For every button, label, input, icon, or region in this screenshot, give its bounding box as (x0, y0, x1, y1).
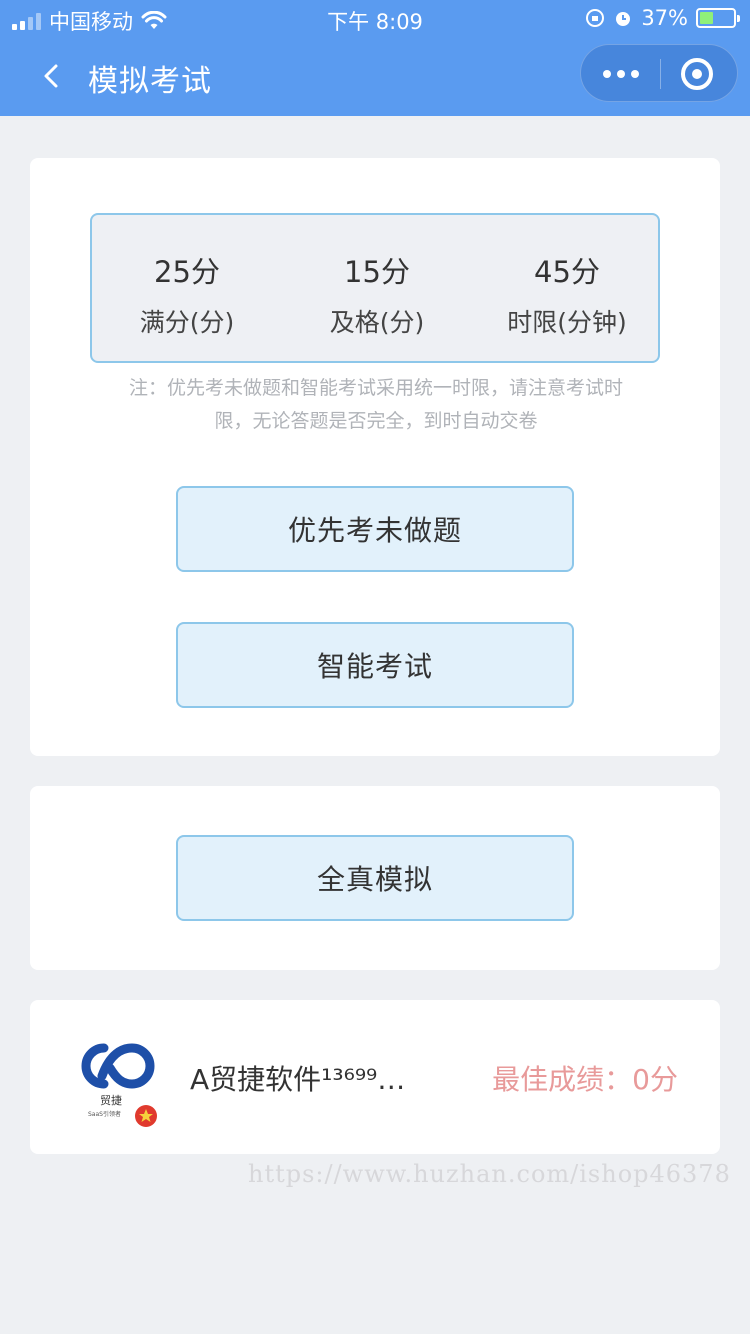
top-bar: 中国移动 下午 8:09 37% 模拟考试 (0, 0, 750, 116)
priority-unanswered-button[interactable]: 优先考未做题 (176, 486, 574, 572)
mini-program-capsule (580, 44, 738, 102)
user-score-card: 贸捷 SaaS引领者 A贸捷软件¹³⁶⁹⁹… 最佳成绩：0分 (30, 1000, 720, 1154)
status-right: 37% (585, 6, 740, 30)
page-title: 模拟考试 (88, 64, 212, 99)
capsule-divider (660, 59, 661, 89)
status-bar: 中国移动 下午 8:09 37% (0, 0, 750, 38)
watermark-text: https://www.huzhan.com/ishop46378 (248, 1160, 731, 1188)
best-score: 最佳成绩：0分 (492, 1063, 678, 1096)
orientation-lock-icon (586, 9, 605, 27)
stat-value: 25分 (154, 255, 220, 289)
smart-exam-button[interactable]: 智能考试 (176, 622, 574, 708)
exam-note: 注：优先考未做题和智能考试采用统一时限，请注意考试时 限，无论答题是否完全，到时… (84, 372, 668, 438)
exam-stats-box: 25分 满分(分) 15分 及格(分) 45分 时限(分钟) (90, 213, 660, 363)
user-name: A贸捷软件¹³⁶⁹⁹… (190, 1063, 406, 1096)
exam-note-line: 注：优先考未做题和智能考试采用统一时限，请注意考试时 (128, 377, 623, 399)
back-arrow-icon[interactable] (36, 58, 68, 94)
logo-text: 贸捷 (100, 1093, 122, 1107)
stat-label: 及格(分) (329, 308, 425, 337)
stat-value: 45分 (534, 255, 600, 289)
battery-icon (696, 8, 740, 28)
logo-subtext: SaaS引领者 (88, 1110, 121, 1118)
exam-note-line: 限，无论答题是否完全，到时自动交卷 (214, 410, 538, 432)
exam-info-card: 25分 满分(分) 15分 及格(分) 45分 时限(分钟) 注：优先考未做题和… (30, 158, 720, 756)
stat-value: 15分 (344, 255, 410, 289)
company-logo: 贸捷 SaaS引领者 (81, 1043, 157, 1127)
stat-time-limit: 45分 时限(分钟) (472, 215, 662, 365)
alarm-icon (616, 12, 631, 26)
battery-percent: 37% (641, 6, 688, 30)
navbar: 模拟考试 (0, 38, 750, 116)
full-simulation-card: 全真模拟 (30, 786, 720, 970)
full-simulation-button[interactable]: 全真模拟 (176, 835, 574, 921)
stat-label: 时限(分钟) (507, 308, 627, 337)
more-options-icon[interactable] (581, 45, 660, 103)
stat-pass-score: 15分 及格(分) (282, 215, 472, 365)
close-mini-program-icon[interactable] (681, 58, 713, 90)
stat-full-score: 25分 满分(分) (92, 215, 282, 365)
stat-label: 满分(分) (139, 308, 235, 337)
